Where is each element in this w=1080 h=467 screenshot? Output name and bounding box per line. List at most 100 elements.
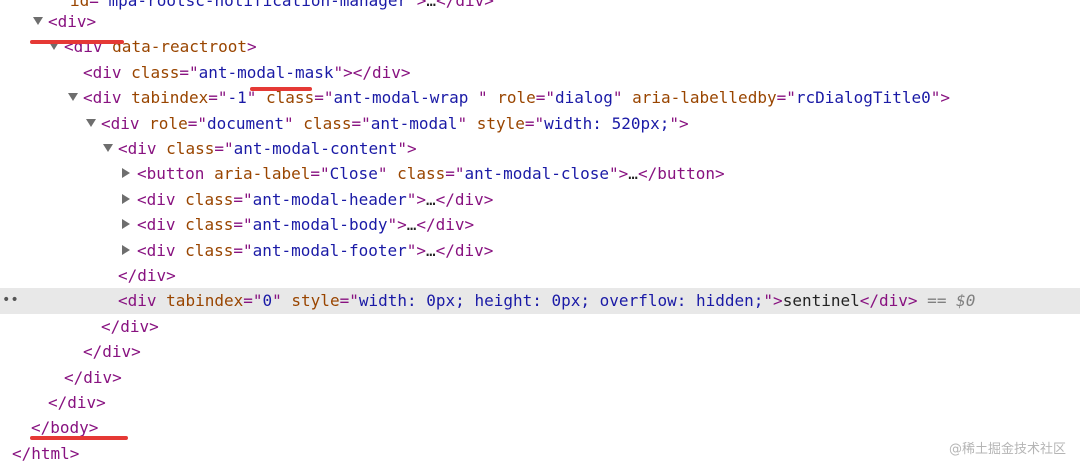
tag-token: ="	[243, 291, 263, 311]
attribute-value: ant-modal-content	[233, 139, 398, 158]
tag-token: ="	[339, 291, 359, 311]
attribute-value: width: 0px; height: 0px; overflow: hidde…	[358, 291, 764, 311]
tag-token: ">	[763, 291, 783, 311]
node-markup: <div tabindex="0" style="width: 0px; hei…	[118, 288, 975, 313]
tag-token: <div	[101, 113, 150, 133]
attribute-name: class	[185, 189, 234, 209]
tag-token: <div	[83, 88, 132, 108]
attribute-value: -1	[227, 88, 247, 108]
tree-node-row[interactable]: <div tabindex="-1" class="ant-modal-wrap…	[0, 85, 1080, 110]
tag-token: "	[284, 113, 304, 133]
expanded-triangle-icon[interactable]	[33, 17, 43, 25]
expanded-triangle-icon[interactable]	[68, 93, 78, 102]
selected-node-row[interactable]: •• <div tabindex="0" style="width: 0px; h…	[0, 288, 1080, 314]
annotation-underline-div	[30, 40, 124, 44]
tree-node-row[interactable]: <div class="ant-modal-mask"></div>	[0, 60, 1080, 85]
attribute-value: ant-modal-body	[252, 215, 388, 235]
tag-token: ="	[445, 164, 465, 184]
node-markup: <div class="ant-modal-mask"></div>	[83, 60, 411, 85]
tree-node-row[interactable]: <div data-reactroot>	[0, 34, 1080, 59]
attribute-value: Close	[329, 164, 378, 184]
tree-node-row[interactable]: </div>	[0, 390, 1080, 415]
annotation-underline-modal	[250, 87, 312, 91]
tag-token: </button>	[637, 164, 725, 184]
attribute-value: dialog	[555, 88, 613, 108]
tag-token: </div>	[859, 291, 918, 311]
attribute-value: width: 520px;	[544, 113, 670, 133]
tag-token: ">	[387, 215, 407, 235]
tag-token: "	[477, 88, 498, 108]
attribute-name: style	[476, 113, 525, 133]
attribute-name: class	[303, 113, 352, 133]
collapsed-triangle-icon[interactable]	[122, 219, 130, 230]
tree-node-row[interactable]: </div>	[0, 263, 1080, 288]
attribute-value: ant-modal-footer	[252, 240, 407, 260]
tree-node-row[interactable]: <div class="ant-modal-body">…</div>	[0, 212, 1080, 237]
attribute-value: document	[206, 113, 285, 133]
tree-node-row[interactable]: </div>	[0, 339, 1080, 364]
node-markup: </div>	[118, 263, 176, 288]
attribute-name: data-reactroot	[112, 37, 248, 57]
tag-token: </div>	[118, 266, 176, 285]
node-markup: <div data-reactroot>	[64, 34, 257, 59]
text-node: sentinel	[782, 291, 860, 311]
tree-node-row[interactable]: <div class="ant-modal-header">…</div>	[0, 187, 1080, 212]
node-markup: </div>	[101, 314, 159, 339]
attribute-name: class	[166, 139, 215, 158]
tag-token: ="	[310, 164, 330, 184]
tag-token: ="	[535, 88, 556, 108]
collapsed-triangle-icon[interactable]	[122, 168, 130, 179]
tree-node-row[interactable]: </html>	[0, 441, 1080, 466]
attribute-value: ant-modal-mask	[198, 62, 334, 82]
tag-token: ="	[208, 88, 228, 108]
tree-node-row[interactable]: </div>	[0, 314, 1080, 339]
attribute-name: aria-labelledby	[632, 88, 777, 108]
node-markup: </div>	[48, 390, 106, 415]
tag-token: <div	[118, 291, 167, 311]
attribute-value: 0	[262, 291, 273, 311]
tag-token: ="	[233, 215, 253, 235]
tree-node-row[interactable]: </div>	[0, 365, 1080, 390]
tree-node-row[interactable]: </body>	[0, 415, 1080, 440]
tag-token: </body>	[31, 418, 99, 438]
tag-token: ">	[406, 240, 426, 260]
node-markup: </div>	[83, 339, 141, 364]
tag-token: </html>	[12, 443, 80, 463]
tag-token: ">	[397, 139, 417, 158]
attribute-name: tabindex	[166, 291, 244, 311]
gutter-ellipsis-icon[interactable]: ••	[2, 288, 19, 313]
tag-token: </div>	[64, 367, 122, 387]
node-markup: <div tabindex="-1" class="ant-modal-wrap…	[83, 85, 950, 110]
expanded-triangle-icon[interactable]	[103, 144, 113, 152]
tag-token: <button	[137, 164, 215, 184]
tree-node-row[interactable]: <div class="ant-modal-footer">…</div>	[0, 238, 1080, 263]
watermark: @稀土掘金技术社区	[948, 442, 1066, 457]
tag-token: ="	[187, 113, 207, 133]
tag-token: ="	[524, 113, 545, 133]
collapsed-triangle-icon[interactable]	[122, 193, 130, 204]
tag-token: "	[377, 164, 398, 184]
tag-token: </div>	[435, 240, 494, 260]
tree-node-row[interactable]: <div class="ant-modal-content">	[0, 136, 1080, 161]
text-node: …	[426, 240, 436, 260]
collapsed-triangle-icon[interactable]	[122, 244, 130, 255]
node-markup: </html>	[12, 441, 79, 466]
attribute-value: rcDialogTitle0	[795, 88, 931, 108]
tree-node-row[interactable]: <div role="document" class="ant-modal" s…	[0, 111, 1080, 136]
tag-token: <div	[137, 189, 186, 209]
tag-token: </div>	[352, 62, 411, 82]
attribute-name: aria-label	[214, 164, 311, 184]
tag-token: ="	[233, 189, 253, 209]
tag-token: ="	[351, 113, 371, 133]
tag-token: </div>	[48, 393, 106, 412]
tag-token: ="	[233, 240, 253, 260]
tree-node-row[interactable]: <button aria-label="Close" class="ant-mo…	[0, 161, 1080, 186]
tag-token: <div>	[48, 12, 97, 31]
tag-token: "	[272, 291, 292, 311]
tag-token: ">	[333, 62, 353, 82]
node-markup: <div role="document" class="ant-modal" s…	[101, 111, 689, 136]
attribute-name: class	[266, 88, 315, 108]
tag-token: </div>	[83, 342, 141, 362]
tree-node-row[interactable]: <div>	[0, 9, 1080, 34]
expanded-triangle-icon[interactable]	[86, 118, 96, 127]
